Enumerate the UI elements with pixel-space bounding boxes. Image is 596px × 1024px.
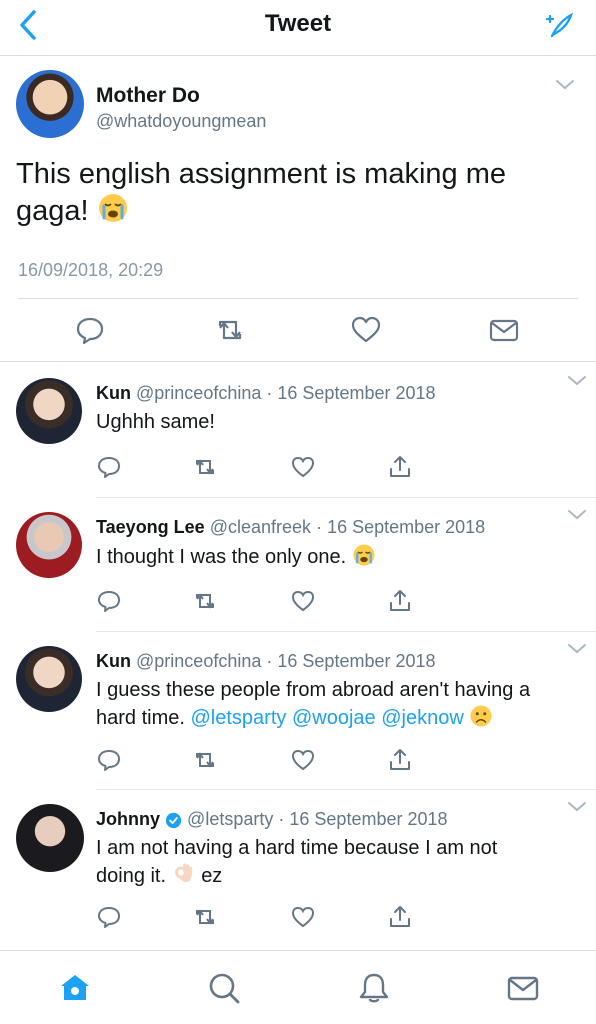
- share-icon[interactable]: [387, 588, 413, 614]
- reply-icon[interactable]: [96, 588, 122, 614]
- reply-icon[interactable]: [74, 314, 106, 346]
- tweet-timestamp: 16/09/2018, 20:29: [18, 260, 164, 280]
- avatar[interactable]: [16, 804, 84, 872]
- messages-tab-icon[interactable]: [506, 971, 540, 1005]
- chevron-down-icon[interactable]: [566, 642, 588, 656]
- like-heart-icon[interactable]: [290, 588, 316, 614]
- home-tab-icon[interactable]: [58, 971, 92, 1005]
- chevron-down-icon[interactable]: [554, 78, 576, 92]
- avatar[interactable]: [16, 70, 84, 138]
- author-name[interactable]: Johnny: [96, 809, 160, 829]
- author-handle[interactable]: @princeofchina: [136, 651, 261, 671]
- mention-link[interactable]: @woojae: [292, 707, 376, 729]
- like-heart-icon[interactable]: [350, 314, 382, 346]
- author-name[interactable]: Kun: [96, 383, 131, 403]
- reply-tweet[interactable]: Kun @princeofchina · 16 September 2018 U…: [0, 362, 596, 498]
- author-handle[interactable]: @cleanfreek: [210, 517, 311, 537]
- retweet-icon[interactable]: [214, 314, 246, 346]
- tweet-date: 16 September 2018: [277, 651, 436, 671]
- author-handle[interactable]: @letsparty: [187, 809, 273, 829]
- frowning-face-emoji-icon: [470, 705, 492, 727]
- reply-icon[interactable]: [96, 904, 122, 930]
- separator-dot: ·: [278, 809, 285, 829]
- ok-hand-emoji-icon: [174, 863, 192, 883]
- tweet-text: Ughhh same!: [96, 411, 215, 433]
- tweet-date: 16 September 2018: [277, 383, 436, 403]
- direct-message-icon[interactable]: [488, 314, 520, 346]
- avatar[interactable]: [16, 646, 82, 712]
- retweet-icon[interactable]: [192, 747, 218, 773]
- like-heart-icon[interactable]: [290, 904, 316, 930]
- tweet-text: This english assignment is making me gag…: [16, 158, 506, 227]
- share-icon[interactable]: [387, 904, 413, 930]
- tweet-actions: [0, 747, 596, 773]
- share-icon[interactable]: [387, 747, 413, 773]
- chevron-down-icon[interactable]: [566, 374, 588, 388]
- divider: [18, 298, 578, 299]
- retweet-icon[interactable]: [192, 904, 218, 930]
- author-name[interactable]: Taeyong Lee: [96, 517, 205, 537]
- avatar[interactable]: [16, 378, 82, 444]
- reply-tweet[interactable]: Kun @princeofchina · 16 September 2018 I…: [0, 632, 596, 790]
- like-heart-icon[interactable]: [290, 454, 316, 480]
- reply-icon[interactable]: [96, 454, 122, 480]
- author-name[interactable]: Kun: [96, 651, 131, 671]
- reply-tweet[interactable]: Johnny @letsparty · 16 September 2018 I …: [0, 790, 596, 948]
- retweet-icon[interactable]: [192, 588, 218, 614]
- search-tab-icon[interactable]: [207, 971, 241, 1005]
- tweet-text: I am not having a hard time because I am…: [96, 837, 498, 887]
- crying-face-emoji-icon: [353, 544, 375, 566]
- mention-link[interactable]: @letsparty: [191, 707, 287, 729]
- mention-link[interactable]: @jeknow: [381, 707, 464, 729]
- retweet-icon[interactable]: [192, 454, 218, 480]
- separator-dot: ·: [316, 517, 323, 537]
- tweet-date: 16 September 2018: [327, 517, 486, 537]
- like-heart-icon[interactable]: [290, 747, 316, 773]
- tweet-actions: [0, 588, 596, 614]
- author-handle[interactable]: @princeofchina: [136, 383, 261, 403]
- separator-dot: ·: [266, 651, 273, 671]
- chevron-down-icon[interactable]: [566, 508, 588, 522]
- tweet-actions: [0, 454, 596, 480]
- bottom-tab-bar: [0, 950, 596, 1024]
- tweet-text: I guess these people from abroad aren't …: [96, 679, 531, 729]
- crying-face-emoji-icon: [98, 194, 127, 222]
- separator-dot: ·: [266, 383, 273, 403]
- tweet-text: I thought I was the only one.: [96, 543, 576, 571]
- tweet-date: 16 September 2018: [289, 809, 448, 829]
- notifications-bell-icon[interactable]: [357, 971, 391, 1005]
- avatar[interactable]: [16, 512, 82, 578]
- verified-badge-icon: [165, 812, 182, 829]
- reply-icon[interactable]: [96, 747, 122, 773]
- main-tweet: Mother Do @whatdoyoungmean This english …: [0, 56, 596, 362]
- reply-tweet[interactable]: Taeyong Lee @cleanfreek · 16 September 2…: [0, 498, 596, 632]
- top-nav-bar: Tweet: [0, 0, 596, 56]
- author-name[interactable]: Mother Do: [96, 84, 200, 108]
- author-handle[interactable]: @whatdoyoungmean: [96, 111, 266, 132]
- tweet-actions: [0, 314, 596, 346]
- chevron-down-icon[interactable]: [566, 800, 588, 814]
- share-icon[interactable]: [387, 454, 413, 480]
- tweet-actions: [0, 904, 596, 930]
- compose-tweet-icon[interactable]: [544, 10, 574, 40]
- page-title: Tweet: [264, 10, 332, 37]
